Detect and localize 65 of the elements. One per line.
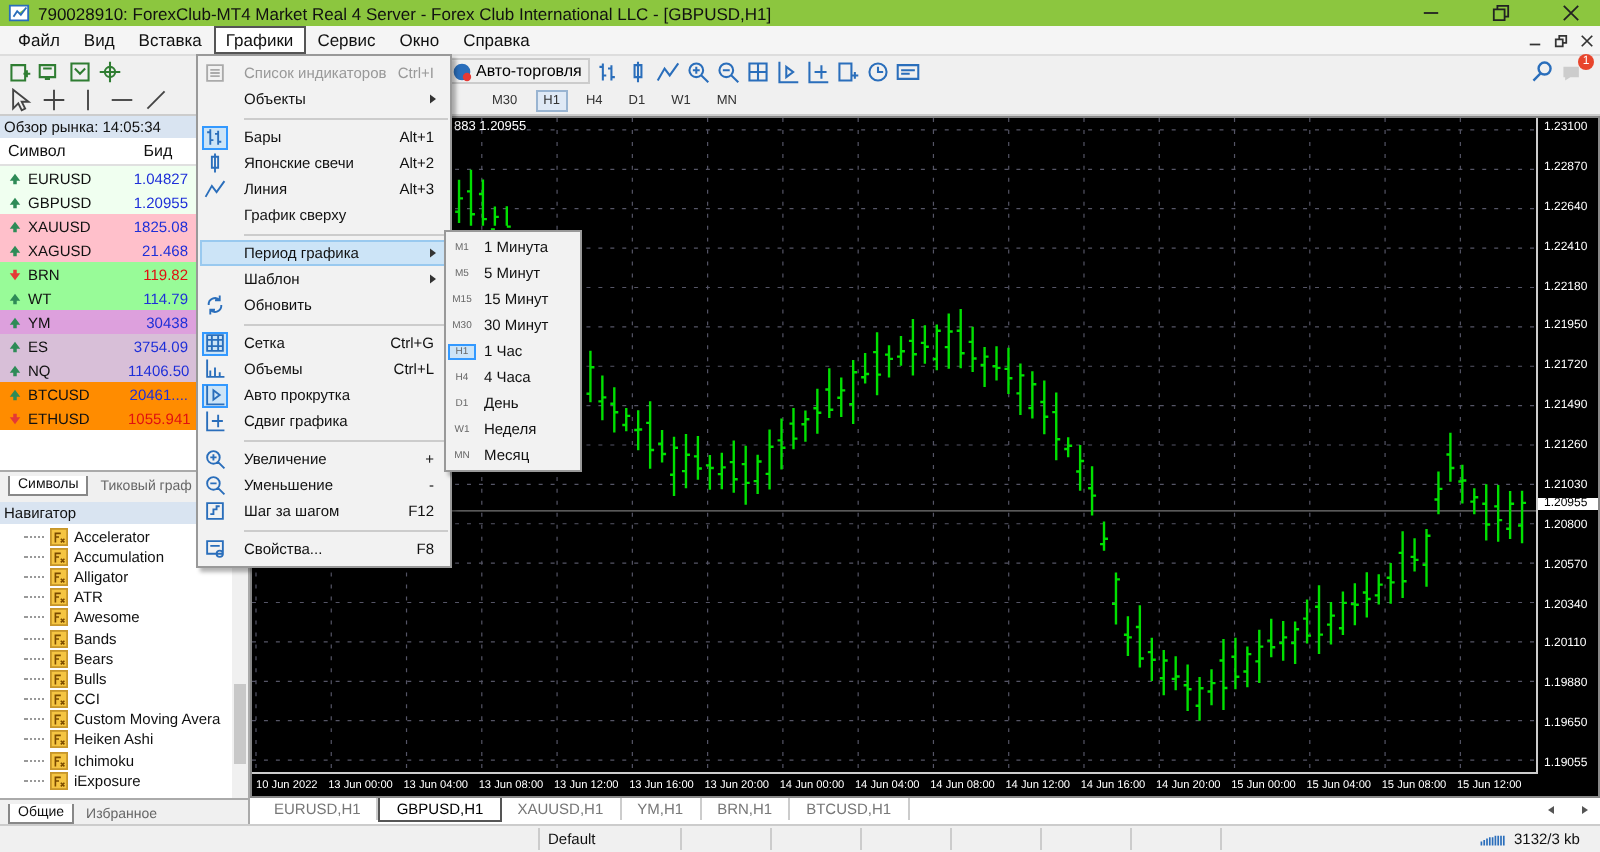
indicator-icon: [50, 669, 68, 688]
indicator-icon: [50, 730, 68, 749]
indicator-icon: [50, 527, 68, 546]
step-icon: [204, 500, 226, 522]
menu-item[interactable]: Справка: [451, 26, 542, 54]
submenu-arrow-icon: [430, 274, 436, 284]
volume-icon: [204, 358, 226, 380]
connection-icon: [1480, 831, 1508, 847]
zoom-in-icon[interactable]: [685, 59, 710, 83]
indicator-icon: [50, 588, 68, 607]
chart-shift-icon: [204, 410, 226, 432]
bar-chart-icon[interactable]: [595, 59, 620, 83]
profiles-icon[interactable]: [38, 59, 62, 83]
zoom-out-icon[interactable]: [715, 59, 740, 83]
bar-chart-icon: [204, 126, 226, 148]
submenu-arrow-icon: [430, 248, 436, 258]
submenu-arrow-icon: [430, 94, 436, 104]
line-chart-icon: [204, 178, 226, 200]
restore-icon[interactable]: [1492, 4, 1510, 22]
close-icon[interactable]: [1580, 33, 1594, 47]
autoscroll-icon[interactable]: [775, 59, 800, 83]
properties-icon: [204, 538, 226, 560]
zoom-out-icon: [204, 474, 226, 496]
indicator-icon: [50, 771, 68, 790]
scroll-right-icon[interactable]: [1578, 804, 1590, 816]
indicator-icon: [50, 547, 68, 566]
indicator-icon: [50, 629, 68, 648]
menu-item[interactable]: Файл: [6, 26, 72, 54]
cursor-icon[interactable]: [8, 88, 32, 112]
line-chart-icon[interactable]: [655, 59, 680, 83]
scroll-left-icon[interactable]: [1546, 804, 1558, 816]
add-indicator-icon[interactable]: [835, 59, 860, 83]
indicator-icon: [50, 751, 68, 770]
new-chart-icon[interactable]: [8, 59, 32, 83]
menu-item[interactable]: Вставка: [126, 26, 214, 54]
tile-windows-icon[interactable]: [745, 59, 770, 83]
window-title: 790028910: ForexClub-MT4 Market Real 4 Server - Forex Club International LLC - [GBPUSD,H1]: [38, 3, 772, 23]
crosshair-icon[interactable]: [42, 88, 66, 112]
indicator-icon: [50, 649, 68, 668]
menu-item[interactable]: Сервис: [305, 26, 388, 54]
template-icon[interactable]: [895, 59, 920, 83]
indicator-icon: [50, 567, 68, 586]
zoom-in-icon: [204, 448, 226, 470]
autoscroll-icon: [204, 384, 226, 406]
column-header[interactable]: Бид: [128, 142, 188, 160]
app-icon: [8, 2, 30, 24]
trend-line-icon[interactable]: [144, 88, 168, 112]
menu-item[interactable]: Вид: [71, 26, 127, 54]
column-header[interactable]: Символ: [0, 142, 128, 160]
crosshair-icon[interactable]: [98, 59, 122, 83]
search-icon[interactable]: [1530, 59, 1554, 83]
menu-item[interactable]: Окно: [387, 26, 452, 54]
indicator-icon: [50, 690, 68, 709]
list-icon: [204, 62, 226, 84]
menu-item[interactable]: Графики: [213, 26, 306, 54]
indicator-icon: [50, 608, 68, 627]
clock-icon[interactable]: [865, 59, 890, 83]
chart-shift-icon[interactable]: [805, 59, 830, 83]
grid-icon: [204, 332, 226, 354]
refresh-icon: [204, 294, 226, 316]
close-icon[interactable]: [1562, 4, 1580, 22]
autotrading-icon: [452, 61, 472, 81]
indicator-icon: [50, 710, 68, 729]
market-watch-icon[interactable]: [68, 59, 92, 83]
restore-icon[interactable]: [1554, 33, 1568, 47]
